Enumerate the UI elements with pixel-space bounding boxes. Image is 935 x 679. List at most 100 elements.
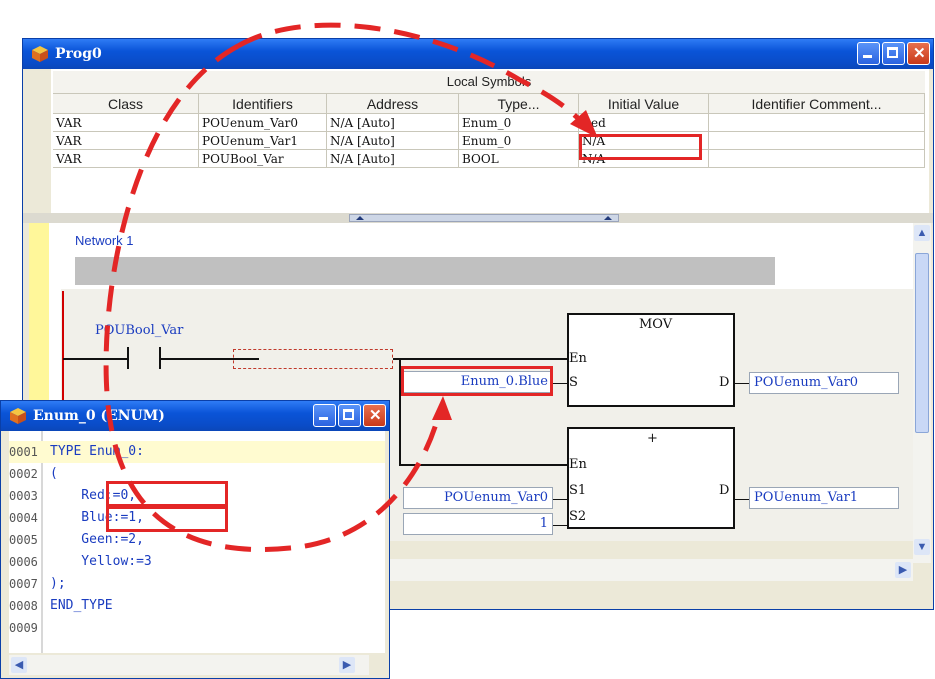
contact-label[interactable]: POUBool_Var bbox=[95, 323, 183, 338]
code-text: END_TYPE bbox=[50, 598, 113, 613]
column-initial-value[interactable]: Initial Value bbox=[579, 94, 709, 114]
table-cell[interactable] bbox=[709, 150, 925, 168]
close-icon: ✕ bbox=[913, 45, 926, 62]
line-number: 0003 bbox=[9, 489, 38, 503]
mov-en-pin: En bbox=[569, 351, 587, 366]
add-en-pin: En bbox=[569, 457, 587, 472]
table-cell[interactable]: POUBool_Var bbox=[199, 150, 327, 168]
column-type[interactable]: Type... bbox=[459, 94, 579, 114]
column-class[interactable]: Class bbox=[53, 94, 199, 114]
pin-wire bbox=[553, 499, 567, 500]
add-block-name: + bbox=[647, 431, 658, 446]
column-address[interactable]: Address bbox=[327, 94, 459, 114]
maximize-button[interactable] bbox=[882, 42, 905, 65]
line-number: 0002 bbox=[9, 467, 38, 481]
table-cell[interactable]: Enum_0 bbox=[459, 114, 579, 132]
contact-left-bar bbox=[127, 347, 129, 369]
add-d-operand[interactable]: POUenum_Var1 bbox=[749, 487, 899, 509]
table-cell[interactable]: Enum_0 bbox=[459, 132, 579, 150]
mov-block-name: MOV bbox=[639, 317, 673, 332]
column-identifiers[interactable]: Identifiers bbox=[199, 94, 327, 114]
pin-wire bbox=[735, 383, 749, 384]
code-editor[interactable]: 0001 TYPE Enum_0: 0002( 0003 Red:=0, 0004… bbox=[9, 431, 385, 653]
table-cell[interactable]: N/A [Auto] bbox=[327, 150, 459, 168]
table-cell[interactable]: Red bbox=[579, 114, 709, 132]
network-title[interactable]: Network 1 bbox=[75, 233, 134, 248]
line-number: 0001 bbox=[9, 445, 38, 459]
table-cell[interactable]: N/A [Auto] bbox=[327, 114, 459, 132]
highlight-mov-operand bbox=[401, 366, 553, 396]
splitter-arrows-icon bbox=[356, 216, 612, 220]
mov-d-operand[interactable]: POUenum_Var0 bbox=[749, 372, 899, 394]
close-button[interactable]: ✕ bbox=[363, 404, 386, 427]
code-line[interactable]: 0008 END_TYPE bbox=[9, 595, 385, 617]
highlight-initial-value bbox=[579, 134, 702, 160]
add-en-wire bbox=[401, 464, 569, 466]
column-identifier-comment[interactable]: Identifier Comment... bbox=[709, 94, 925, 114]
highlight-blue-member bbox=[106, 506, 228, 532]
splitter-grip[interactable] bbox=[349, 214, 619, 222]
add-s1-operand[interactable]: POUenum_Var0 bbox=[403, 487, 553, 509]
table-cell[interactable]: N/A [Auto] bbox=[327, 132, 459, 150]
enum-titlebar[interactable]: Enum_0 (ENUM) ✕ bbox=[1, 401, 389, 431]
code-line[interactable]: 0006 Yellow:=3 bbox=[9, 551, 385, 573]
add-d-pin: D bbox=[719, 483, 730, 498]
scroll-down-icon[interactable]: ▼ bbox=[914, 539, 930, 555]
table-cell[interactable]: VAR bbox=[53, 114, 199, 132]
pin-wire bbox=[735, 499, 749, 500]
table-cell[interactable]: POUenum_Var1 bbox=[199, 132, 327, 150]
scroll-right-icon[interactable]: ▶ bbox=[339, 657, 355, 673]
enum-window: Enum_0 (ENUM) ✕ 0001 TYPE Enum_0: 0002 ( 0… bbox=[0, 400, 390, 679]
pane-splitter[interactable] bbox=[23, 213, 933, 223]
table-cell[interactable] bbox=[709, 114, 925, 132]
code-line[interactable]: 0009 bbox=[9, 617, 385, 639]
table-cell[interactable]: POUenum_Var0 bbox=[199, 114, 327, 132]
window-title: Enum_0 (ENUM) bbox=[33, 408, 165, 424]
line-number: 0004 bbox=[9, 511, 38, 525]
code-line[interactable]: 0005 Geen:=2, bbox=[9, 529, 385, 551]
close-button[interactable]: ✕ bbox=[907, 42, 930, 65]
code-line[interactable]: 0007); bbox=[9, 573, 385, 595]
scroll-up-icon[interactable]: ▲ bbox=[914, 225, 930, 241]
network-comment-area[interactable] bbox=[75, 257, 775, 285]
code-text: ); bbox=[50, 576, 66, 591]
close-icon: ✕ bbox=[369, 407, 382, 424]
minimize-button[interactable] bbox=[857, 42, 880, 65]
vertical-scrollbar[interactable]: ▲ ▼ bbox=[913, 223, 931, 563]
program-cube-icon bbox=[32, 46, 48, 62]
mov-d-pin: D bbox=[719, 375, 730, 390]
highlight-red-member bbox=[106, 481, 228, 507]
pin-wire bbox=[553, 383, 567, 384]
horizontal-scrollbar[interactable]: ▶ bbox=[363, 559, 913, 581]
add-block[interactable]: + En S1 D S2 bbox=[567, 427, 735, 529]
table-cell[interactable]: BOOL bbox=[459, 150, 579, 168]
mov-block[interactable]: MOV En S D bbox=[567, 313, 735, 407]
line-number: 0009 bbox=[9, 621, 38, 635]
table-cell[interactable] bbox=[709, 132, 925, 150]
code-text: ( bbox=[50, 466, 58, 481]
table-cell[interactable]: VAR bbox=[53, 150, 199, 168]
local-symbols-header: Local Symbols bbox=[53, 71, 925, 94]
empty-element-slot[interactable] bbox=[233, 349, 393, 369]
line-number: 0007 bbox=[9, 577, 38, 591]
add-s2-pin: S2 bbox=[569, 509, 587, 524]
line-number: 0005 bbox=[9, 533, 38, 547]
pin-wire bbox=[553, 525, 567, 526]
program-cube-icon bbox=[10, 408, 26, 424]
mov-en-wire bbox=[401, 358, 569, 360]
maximize-button[interactable] bbox=[338, 404, 361, 427]
code-text: Geen:=2, bbox=[50, 532, 144, 547]
window-title: Prog0 bbox=[55, 46, 102, 62]
rung-wire bbox=[63, 358, 127, 360]
code-text: TYPE Enum_0: bbox=[50, 444, 144, 459]
minimize-button[interactable] bbox=[313, 404, 336, 427]
scroll-thumb[interactable] bbox=[915, 253, 929, 433]
add-s2-operand[interactable]: 1 bbox=[403, 513, 553, 535]
scroll-right-icon[interactable]: ▶ bbox=[895, 562, 911, 578]
scroll-left-icon[interactable]: ◀ bbox=[11, 657, 27, 673]
code-line[interactable]: 0001 TYPE Enum_0: bbox=[9, 441, 385, 463]
horizontal-scrollbar[interactable]: ◀ ▶ bbox=[9, 655, 369, 675]
prog0-titlebar[interactable]: Prog0 ✕ bbox=[23, 39, 933, 69]
table-cell[interactable]: VAR bbox=[53, 132, 199, 150]
mov-s-pin: S bbox=[569, 375, 578, 390]
